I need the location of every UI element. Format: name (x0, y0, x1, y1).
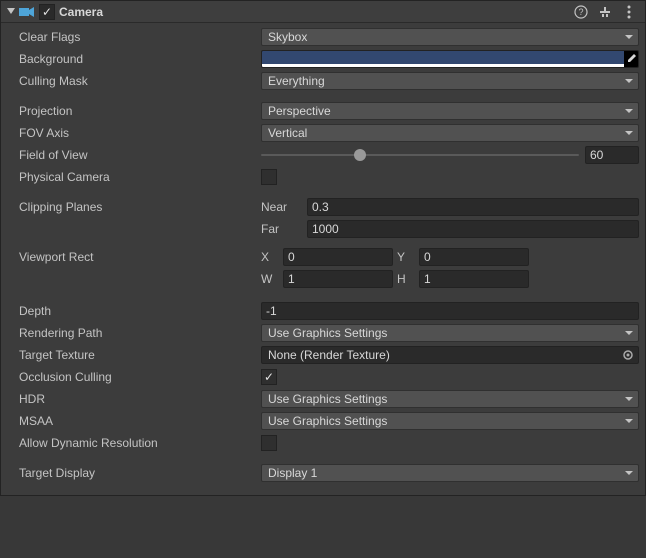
w-label: W (261, 272, 279, 286)
clipping-planes-label: Clipping Planes (19, 200, 261, 214)
hdr-label: HDR (19, 392, 261, 406)
foldout-toggle[interactable] (5, 6, 17, 18)
fov-axis-label: FOV Axis (19, 126, 261, 140)
background-color-swatch (262, 51, 624, 64)
projection-label: Projection (19, 104, 261, 118)
target-texture-field[interactable]: None (Render Texture) (261, 346, 639, 364)
h-input[interactable] (419, 270, 529, 288)
background-color-field[interactable] (261, 50, 639, 68)
allow-dynamic-resolution-checkbox[interactable] (261, 435, 277, 451)
h-label: H (397, 272, 415, 286)
target-display-dropdown[interactable]: Display 1 (261, 464, 639, 482)
rendering-path-label: Rendering Path (19, 326, 261, 340)
far-label: Far (261, 222, 301, 236)
target-texture-value: None (Render Texture) (268, 348, 390, 362)
culling-mask-value: Everything (268, 74, 325, 88)
y-input[interactable] (419, 248, 529, 266)
x-label: X (261, 250, 279, 264)
object-picker-icon[interactable] (620, 348, 636, 362)
msaa-value: Use Graphics Settings (268, 414, 387, 428)
occlusion-culling-label: Occlusion Culling (19, 370, 261, 384)
hdr-value: Use Graphics Settings (268, 392, 387, 406)
clear-flags-value: Skybox (268, 30, 307, 44)
fov-input[interactable] (585, 146, 639, 164)
depth-label: Depth (19, 304, 261, 318)
slider-track (261, 154, 579, 156)
viewport-rect-label: Viewport Rect (19, 250, 261, 264)
component-body: Clear Flags Skybox Background Culling Ma… (1, 23, 645, 495)
rendering-path-value: Use Graphics Settings (268, 326, 387, 340)
slider-thumb[interactable] (354, 149, 366, 161)
component-title: Camera (59, 5, 573, 19)
context-menu-icon[interactable] (621, 4, 637, 20)
target-display-value: Display 1 (268, 466, 317, 480)
x-input[interactable] (283, 248, 393, 266)
eyedropper-icon[interactable] (625, 52, 637, 66)
clear-flags-label: Clear Flags (19, 30, 261, 44)
occlusion-culling-checkbox[interactable] (261, 369, 277, 385)
fov-axis-dropdown[interactable]: Vertical (261, 124, 639, 142)
culling-mask-dropdown[interactable]: Everything (261, 72, 639, 90)
fov-axis-value: Vertical (268, 126, 307, 140)
presets-icon[interactable] (597, 4, 613, 20)
camera-component-panel: Camera ? Clear Flags Skybox Background (0, 0, 646, 496)
help-icon[interactable]: ? (573, 4, 589, 20)
far-input[interactable] (307, 220, 639, 238)
culling-mask-label: Culling Mask (19, 74, 261, 88)
background-alpha-bar (262, 64, 624, 67)
msaa-label: MSAA (19, 414, 261, 428)
projection-value: Perspective (268, 104, 331, 118)
near-label: Near (261, 200, 301, 214)
camera-icon (19, 5, 35, 19)
fov-label: Field of View (19, 148, 261, 162)
physical-camera-checkbox[interactable] (261, 169, 277, 185)
target-display-label: Target Display (19, 466, 261, 480)
hdr-dropdown[interactable]: Use Graphics Settings (261, 390, 639, 408)
target-texture-label: Target Texture (19, 348, 261, 362)
component-header: Camera ? (1, 1, 645, 23)
allow-dynamic-resolution-label: Allow Dynamic Resolution (19, 436, 261, 450)
fov-slider[interactable] (261, 146, 579, 164)
depth-input[interactable] (261, 302, 639, 320)
svg-text:?: ? (578, 7, 583, 17)
w-input[interactable] (283, 270, 393, 288)
physical-camera-label: Physical Camera (19, 170, 261, 184)
rendering-path-dropdown[interactable]: Use Graphics Settings (261, 324, 639, 342)
projection-dropdown[interactable]: Perspective (261, 102, 639, 120)
clear-flags-dropdown[interactable]: Skybox (261, 28, 639, 46)
background-label: Background (19, 52, 261, 66)
msaa-dropdown[interactable]: Use Graphics Settings (261, 412, 639, 430)
y-label: Y (397, 250, 415, 264)
near-input[interactable] (307, 198, 639, 216)
enable-checkbox[interactable] (39, 4, 55, 20)
